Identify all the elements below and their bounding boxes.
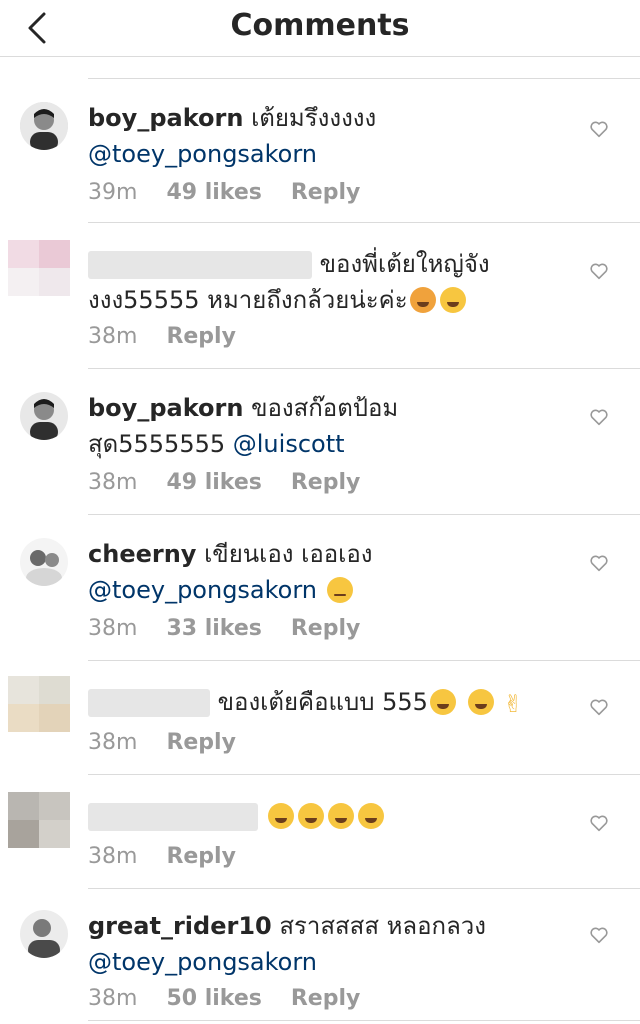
comment-likes[interactable]: 49 likes (166, 180, 261, 205)
avatar[interactable] (20, 392, 68, 440)
reply-button[interactable]: Reply (291, 180, 361, 205)
divider (88, 514, 640, 515)
comment-body-line2: สุด5555555 (88, 430, 226, 458)
comment-username[interactable]: cheerny (88, 540, 196, 568)
eye-roll-emoji-icon (326, 577, 353, 603)
blurred-username (88, 689, 210, 717)
heart-outline-icon[interactable] (588, 118, 610, 140)
page-title: Comments (230, 8, 410, 43)
comment-text: boy_pakorn ของสก๊อตป้อม สุด5555555 @luis… (88, 390, 580, 462)
header-divider (0, 56, 640, 57)
divider (88, 222, 640, 223)
laughing-emoji-icon (267, 803, 294, 829)
heart-outline-icon[interactable] (588, 552, 610, 574)
laughing-emoji-icon (439, 287, 466, 313)
laughing-emoji-icon (357, 803, 384, 829)
grinning-emoji-icon (467, 689, 494, 715)
comment-meta: 38m Reply (88, 728, 258, 758)
comment-username[interactable]: boy_pakorn (88, 394, 243, 422)
grinning-emoji-icon (429, 689, 456, 715)
divider (88, 888, 640, 889)
blurred-username (88, 803, 258, 831)
reply-button[interactable]: Reply (166, 324, 236, 349)
mention-link[interactable]: @toey_pongsakorn (88, 576, 317, 604)
reply-button[interactable]: Reply (166, 730, 236, 755)
comment-body: เขียนเอง เออเอง (204, 540, 373, 568)
reply-button[interactable]: Reply (166, 844, 236, 869)
heart-outline-icon[interactable] (588, 924, 610, 946)
laughing-emoji-icon (297, 803, 324, 829)
avatar[interactable] (20, 102, 68, 150)
comment-text: cheerny เขียนเอง เออเอง @toey_pongsakorn (88, 536, 580, 608)
comment-text: ของพี่เต้ยใหญ่จัง งงง55555 หมายถึงกล้วยน… (88, 246, 580, 318)
tongue-emoji-icon (409, 287, 436, 313)
comment-time: 38m (88, 986, 138, 1011)
comment-time: 38m (88, 324, 138, 349)
comment-body: ของสก๊อตป้อม (251, 394, 399, 422)
comment-time: 38m (88, 616, 138, 641)
comment-likes[interactable]: 50 likes (166, 986, 261, 1011)
comment-username[interactable]: boy_pakorn (88, 104, 243, 132)
comment-text: ของเต้ยคือแบบ 555 ✌ (88, 684, 580, 722)
comment-body: สราสสสส หลอกลวง (279, 912, 486, 940)
comment-time: 38m (88, 470, 138, 495)
avatar[interactable] (20, 538, 68, 586)
avatar[interactable] (8, 240, 70, 296)
comment-text: great_rider10 สราสสสส หลอกลวง @toey_pong… (88, 908, 580, 980)
heart-outline-icon[interactable] (588, 406, 610, 428)
divider (88, 774, 640, 775)
comment-time: 38m (88, 730, 138, 755)
mention-link[interactable]: @toey_pongsakorn (88, 948, 317, 976)
divider (88, 368, 640, 369)
comment-time: 39m (88, 180, 138, 205)
divider (88, 1020, 640, 1021)
comment-text (88, 798, 580, 834)
comment-text: boy_pakorn เต้ยมรึงงงงง @toey_pongsakorn (88, 100, 580, 172)
comment-meta: 38m 49 likes Reply (88, 468, 382, 498)
avatar[interactable] (20, 910, 68, 958)
avatar[interactable] (8, 676, 70, 732)
laughing-emoji-icon (327, 803, 354, 829)
reply-button[interactable]: Reply (291, 986, 361, 1011)
reply-button[interactable]: Reply (291, 616, 361, 641)
heart-outline-icon[interactable] (588, 260, 610, 282)
comment-meta: 38m 33 likes Reply (88, 614, 382, 644)
comment-meta: 38m Reply (88, 322, 258, 352)
mention-link[interactable]: @luiscott (233, 430, 345, 458)
comment-body: ของพี่เต้ยใหญ่จัง (319, 250, 490, 278)
blurred-username (88, 251, 312, 279)
comment-likes[interactable]: 33 likes (166, 616, 261, 641)
comment-time: 38m (88, 844, 138, 869)
heart-outline-icon[interactable] (588, 696, 610, 718)
comments-header: Comments (0, 0, 640, 56)
comment-username[interactable]: great_rider10 (88, 912, 272, 940)
heart-outline-icon[interactable] (588, 812, 610, 834)
comment-body: เต้ยมรึงงงงง (251, 104, 377, 132)
divider (88, 660, 640, 661)
divider (88, 78, 640, 79)
comment-body: ของเต้ยคือแบบ 555 (217, 688, 428, 716)
reply-button[interactable]: Reply (291, 470, 361, 495)
comment-meta: 38m 50 likes Reply (88, 984, 382, 1014)
avatar[interactable] (8, 792, 70, 848)
comment-likes[interactable]: 49 likes (166, 470, 261, 495)
mention-link[interactable]: @toey_pongsakorn (88, 140, 317, 168)
victory-hand-icon: ✌ (503, 690, 524, 718)
comment-body-line2: งงง55555 หมายถึงกล้วยน่ะค่ะ (88, 286, 408, 314)
comment-meta: 38m Reply (88, 842, 258, 872)
comment-meta: 39m 49 likes Reply (88, 178, 382, 208)
